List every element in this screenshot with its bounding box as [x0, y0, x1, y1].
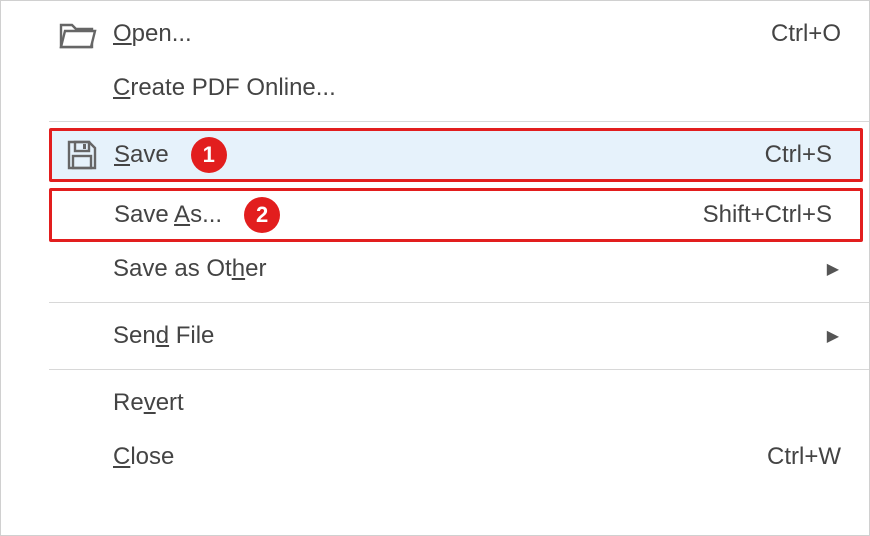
menu-item-create-pdf-online[interactable]: Create PDF Online... [1, 61, 869, 115]
menu-item-label: Close [113, 443, 174, 471]
chevron-right-icon: ▶ [827, 326, 869, 346]
annotation-callout-2: 2 [244, 197, 280, 233]
menu-separator [49, 369, 869, 370]
menu-item-save-as-other[interactable]: Save as Other ▶ [1, 242, 869, 296]
menu-item-label: Save as Other [113, 255, 266, 283]
menu-item-shortcut: Ctrl+O [771, 20, 869, 48]
menu-separator [49, 302, 869, 303]
save-icon [52, 139, 114, 171]
menu-item-shortcut: Ctrl+W [767, 443, 869, 471]
annotation-callout-1: 1 [191, 137, 227, 173]
menu-item-label: Revert [113, 389, 184, 417]
menu-item-save-as[interactable]: Save As... 2 Shift+Ctrl+S [49, 188, 863, 242]
menu-item-label: Open... [113, 20, 192, 48]
menu-item-send-file[interactable]: Send File ▶ [1, 309, 869, 363]
menu-item-close[interactable]: Close Ctrl+W [1, 430, 869, 484]
folder-open-icon [1, 19, 113, 49]
menu-item-shortcut: Ctrl+S [765, 141, 860, 169]
menu-item-label: Save [114, 141, 169, 169]
menu-item-revert[interactable]: Revert [1, 376, 869, 430]
menu-item-save[interactable]: Save 1 Ctrl+S [49, 128, 863, 182]
context-menu: Open... Ctrl+O Create PDF Online... Save… [1, 1, 869, 484]
chevron-right-icon: ▶ [827, 259, 869, 279]
menu-item-label: Create PDF Online... [113, 74, 336, 102]
menu-item-label: Send File [113, 322, 214, 350]
menu-item-label: Save As... [114, 201, 222, 229]
menu-item-open[interactable]: Open... Ctrl+O [1, 7, 869, 61]
menu-item-shortcut: Shift+Ctrl+S [703, 201, 860, 229]
menu-separator [49, 121, 869, 122]
